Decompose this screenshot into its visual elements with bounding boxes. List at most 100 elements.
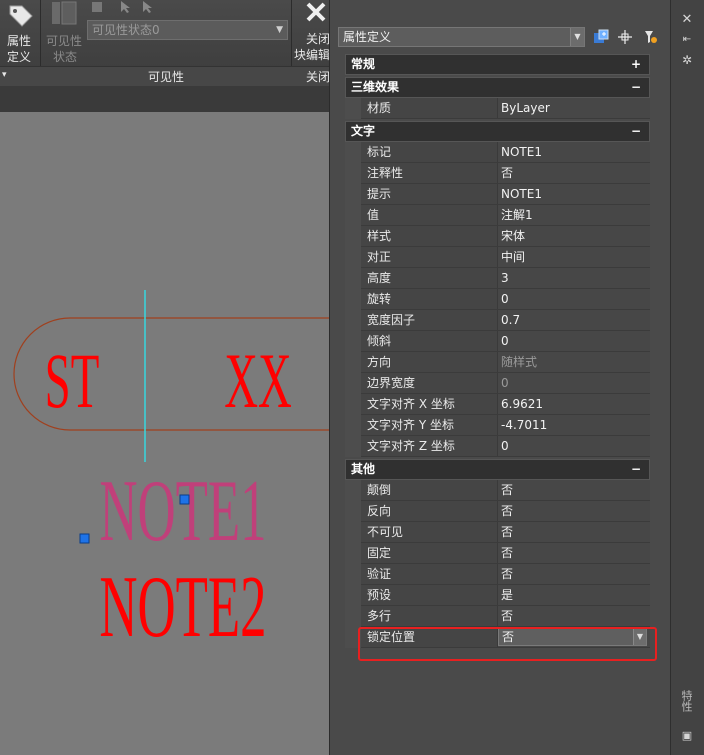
property-row[interactable]: 固定否: [345, 543, 650, 564]
visibility-state-button[interactable]: 可见性 状态: [42, 0, 86, 66]
property-row[interactable]: 样式 宋体: [345, 226, 650, 247]
property-name: 多行: [345, 606, 498, 627]
visibility-state-label-1: 可见性: [46, 34, 83, 48]
property-value[interactable]: 注解1: [498, 205, 650, 225]
property-row[interactable]: 宽度因子 0.7: [345, 310, 650, 331]
palette-settings-icon[interactable]: ✲: [677, 52, 697, 68]
grip-handle[interactable]: [179, 494, 190, 505]
attribute-tag-note1[interactable]: NOTE1: [99, 461, 266, 559]
property-row[interactable]: 值注解1: [345, 205, 650, 226]
property-value[interactable]: 6.9621: [498, 394, 650, 414]
property-row[interactable]: 颠倒否: [345, 480, 650, 501]
property-value[interactable]: 否 ▼: [498, 627, 650, 647]
property-value[interactable]: -4.7011: [498, 415, 650, 435]
autohide-icon[interactable]: ⇤: [677, 32, 697, 48]
property-name: 颠倒: [345, 480, 498, 501]
property-row[interactable]: 标记 NOTE1: [345, 142, 650, 163]
property-name: 样式: [345, 226, 498, 247]
property-value[interactable]: 0.7: [498, 310, 650, 330]
property-value[interactable]: 否: [498, 501, 650, 521]
property-value[interactable]: 否: [498, 543, 650, 563]
property-row[interactable]: 高度 3: [345, 268, 650, 289]
property-name: 预设: [345, 585, 498, 606]
chevron-down-icon: ▼: [570, 28, 584, 46]
close-block-editor-button[interactable]: 关闭 块编辑: [293, 0, 331, 66]
property-value[interactable]: 0: [498, 331, 650, 351]
tag-icon: [9, 5, 33, 27]
pointer-icon-2[interactable]: [140, 0, 156, 14]
category-header[interactable]: 常规 +: [345, 54, 650, 75]
collapse-icon[interactable]: −: [631, 122, 641, 141]
property-row[interactable]: 不可见否: [345, 522, 650, 543]
property-row[interactable]: 注释性否: [345, 163, 650, 184]
property-value[interactable]: 0: [498, 289, 650, 309]
property-row[interactable]: 倾斜 0: [345, 331, 650, 352]
property-value[interactable]: 是: [498, 585, 650, 605]
property-name: 标记: [345, 142, 498, 163]
property-name: 反向: [345, 501, 498, 522]
property-value[interactable]: ByLayer: [498, 98, 650, 118]
property-row[interactable]: 文字对齐 Z 坐标 0: [345, 436, 650, 457]
collapse-icon[interactable]: −: [631, 78, 641, 97]
property-value[interactable]: 宋体: [498, 226, 650, 246]
property-name: 旋转: [345, 289, 498, 310]
property-value[interactable]: 否: [498, 480, 650, 500]
object-type-combo[interactable]: 属性定义 ▼: [338, 27, 585, 47]
category-header[interactable]: 文字 −: [345, 121, 650, 142]
property-row[interactable]: 材质 ByLayer: [345, 98, 650, 119]
property-value[interactable]: NOTE1: [498, 142, 650, 162]
property-row[interactable]: 验证否: [345, 564, 650, 585]
property-row[interactable]: 文字对齐 X 坐标 6.9621: [345, 394, 650, 415]
category-name: 常规: [351, 57, 376, 71]
property-value[interactable]: 3: [498, 268, 650, 288]
property-value[interactable]: NOTE1: [498, 184, 650, 204]
expand-icon[interactable]: +: [631, 55, 641, 74]
pointer-icon[interactable]: [118, 0, 134, 14]
property-name: 文字对齐 Z 坐标: [345, 436, 498, 457]
property-value[interactable]: 0: [498, 373, 650, 393]
attribute-definition-button[interactable]: 属性 定义: [0, 0, 40, 66]
property-name: 方向: [345, 352, 498, 373]
property-row[interactable]: 旋转 0: [345, 289, 650, 310]
visibility-tool-icon[interactable]: [90, 0, 106, 14]
drawing-text-st: ST: [45, 338, 100, 424]
property-value[interactable]: 随样式: [498, 352, 650, 372]
property-name: 边界宽度: [345, 373, 498, 394]
property-value-dropdown[interactable]: 否 ▼: [498, 628, 647, 646]
palette-bottom-icon[interactable]: ▣: [677, 728, 697, 744]
attribute-definition-label-1: 属性: [7, 34, 32, 48]
visibility-panel-label: 可见性: [148, 70, 185, 84]
close-panel-label: 关闭: [306, 70, 331, 84]
property-name: 注释性: [345, 163, 498, 184]
property-name: 锁定位置: [345, 627, 498, 648]
property-row[interactable]: 锁定位置否 ▼: [345, 627, 650, 648]
dropdown-value: 否: [502, 630, 515, 644]
property-value[interactable]: 否: [498, 163, 650, 183]
property-value[interactable]: 否: [498, 564, 650, 584]
category-header[interactable]: 其他 −: [345, 459, 650, 480]
category-header[interactable]: 三维效果 −: [345, 77, 650, 98]
property-value[interactable]: 否: [498, 522, 650, 542]
property-name: 提示: [345, 184, 498, 205]
property-row[interactable]: 对正 中间: [345, 247, 650, 268]
chevron-down-icon[interactable]: ▼: [633, 629, 646, 645]
quick-select-icon[interactable]: [641, 28, 659, 46]
property-row[interactable]: 预设是: [345, 585, 650, 606]
property-row[interactable]: 方向 随样式: [345, 352, 650, 373]
property-value[interactable]: 否: [498, 606, 650, 626]
property-row[interactable]: 反向否: [345, 501, 650, 522]
property-row[interactable]: 文字对齐 Y 坐标 -4.7011: [345, 415, 650, 436]
property-value[interactable]: 0: [498, 436, 650, 456]
close-label-2: 块编辑: [294, 48, 331, 62]
select-objects-icon[interactable]: [616, 28, 634, 46]
property-value[interactable]: 中间: [498, 247, 650, 267]
close-palette-icon[interactable]: ✕: [677, 12, 697, 28]
property-row[interactable]: 提示 NOTE1: [345, 184, 650, 205]
collapse-icon[interactable]: −: [631, 460, 641, 479]
property-row[interactable]: 边界宽度 0: [345, 373, 650, 394]
panel-expand-icon[interactable]: ▾: [2, 68, 7, 82]
toggle-pickadd-icon[interactable]: [592, 28, 610, 46]
grip-handle-insertion[interactable]: [79, 533, 90, 544]
visibility-state-combo[interactable]: 可见性状态0 ▼: [87, 20, 288, 40]
property-row[interactable]: 多行否: [345, 606, 650, 627]
